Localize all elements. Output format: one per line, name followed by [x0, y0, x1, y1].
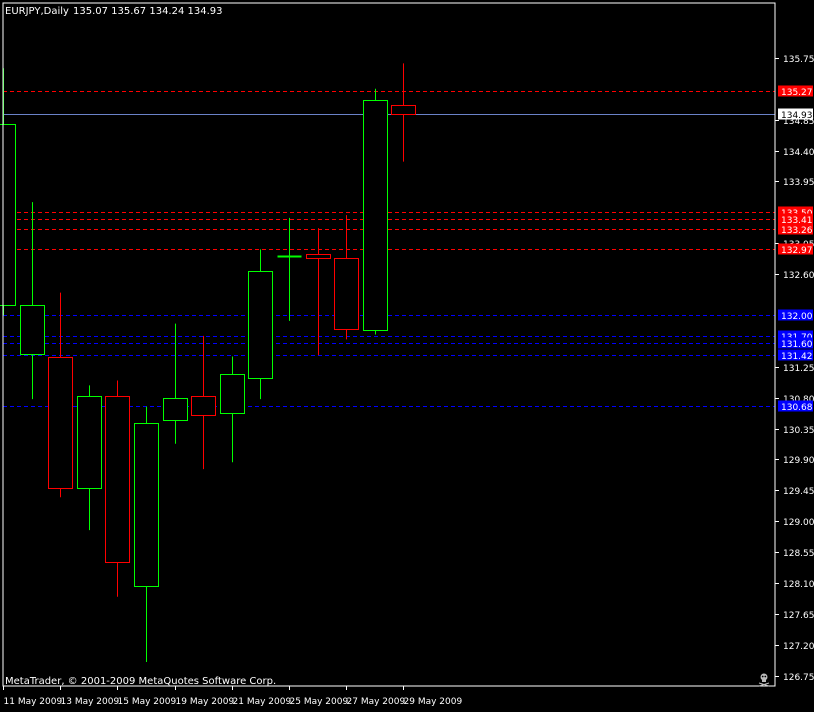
- x-tick-label: 29 May 2009: [404, 697, 463, 707]
- x-tick-label: 13 May 2009: [61, 697, 120, 707]
- y-tick-label: 128.55: [783, 549, 814, 559]
- x-tick-label: 19 May 2009: [176, 697, 235, 707]
- support-price-label: 130.68: [781, 403, 813, 413]
- candle-body: [20, 305, 45, 355]
- chart-symbol-title: EURJPY,Daily: [5, 6, 69, 17]
- y-tick-label: 127.20: [783, 642, 814, 652]
- candle-body: [220, 374, 245, 414]
- candle-body: [134, 423, 159, 587]
- candle-body: [0, 124, 16, 306]
- x-tick-label: 11 May 2009: [4, 697, 63, 707]
- y-tick-label: 132.60: [783, 271, 814, 281]
- candle-body: [306, 254, 331, 259]
- y-tick-label: 128.10: [783, 580, 814, 590]
- current-price-label: 134.93: [781, 111, 813, 121]
- candle-body: [48, 357, 73, 489]
- support-price-label: 131.60: [781, 340, 813, 350]
- candle-body: [363, 100, 388, 331]
- support-price-label: 131.42: [781, 352, 813, 362]
- candle-body: [105, 396, 130, 563]
- x-tick-label: 21 May 2009: [233, 697, 292, 707]
- y-tick-label: 135.75: [783, 55, 814, 65]
- support-price-label: 132.00: [781, 312, 813, 322]
- y-tick-label: 134.40: [783, 148, 814, 158]
- y-tick-label: 131.25: [783, 364, 814, 374]
- copyright-text: MetaTrader, © 2001-2009 MetaQuotes Softw…: [5, 676, 276, 687]
- resistance-price-label: 132.97: [781, 246, 813, 256]
- resistance-price-label: 133.26: [781, 226, 813, 236]
- chart-window[interactable]: 135.75134.85134.40133.95133.05132.60131.…: [0, 0, 814, 708]
- price-chart[interactable]: 135.75134.85134.40133.95133.05132.60131.…: [0, 0, 814, 708]
- candle-body: [77, 396, 102, 489]
- x-tick-label: 25 May 2009: [290, 697, 349, 707]
- candle-body: [334, 258, 359, 330]
- resistance-price-label: 135.27: [781, 88, 813, 98]
- y-tick-label: 133.95: [783, 178, 814, 188]
- x-tick-label: 27 May 2009: [347, 697, 406, 707]
- candle: [363, 88, 388, 335]
- y-tick-label: 127.65: [783, 611, 814, 621]
- y-tick-label: 130.35: [783, 426, 814, 436]
- y-tick-label: 129.90: [783, 456, 814, 466]
- candle-body: [248, 271, 273, 379]
- candle: [248, 249, 273, 400]
- candle-body: [391, 105, 416, 115]
- chart-ohlc-readout: 135.07 135.67 134.24 134.93: [73, 6, 223, 17]
- y-tick-label: 129.45: [783, 487, 814, 497]
- y-tick-label: 129.00: [783, 518, 814, 528]
- candle-body: [191, 396, 216, 416]
- y-tick-label: 126.75: [783, 673, 814, 683]
- x-tick-label: 15 May 2009: [118, 697, 177, 707]
- candle-body: [163, 398, 188, 421]
